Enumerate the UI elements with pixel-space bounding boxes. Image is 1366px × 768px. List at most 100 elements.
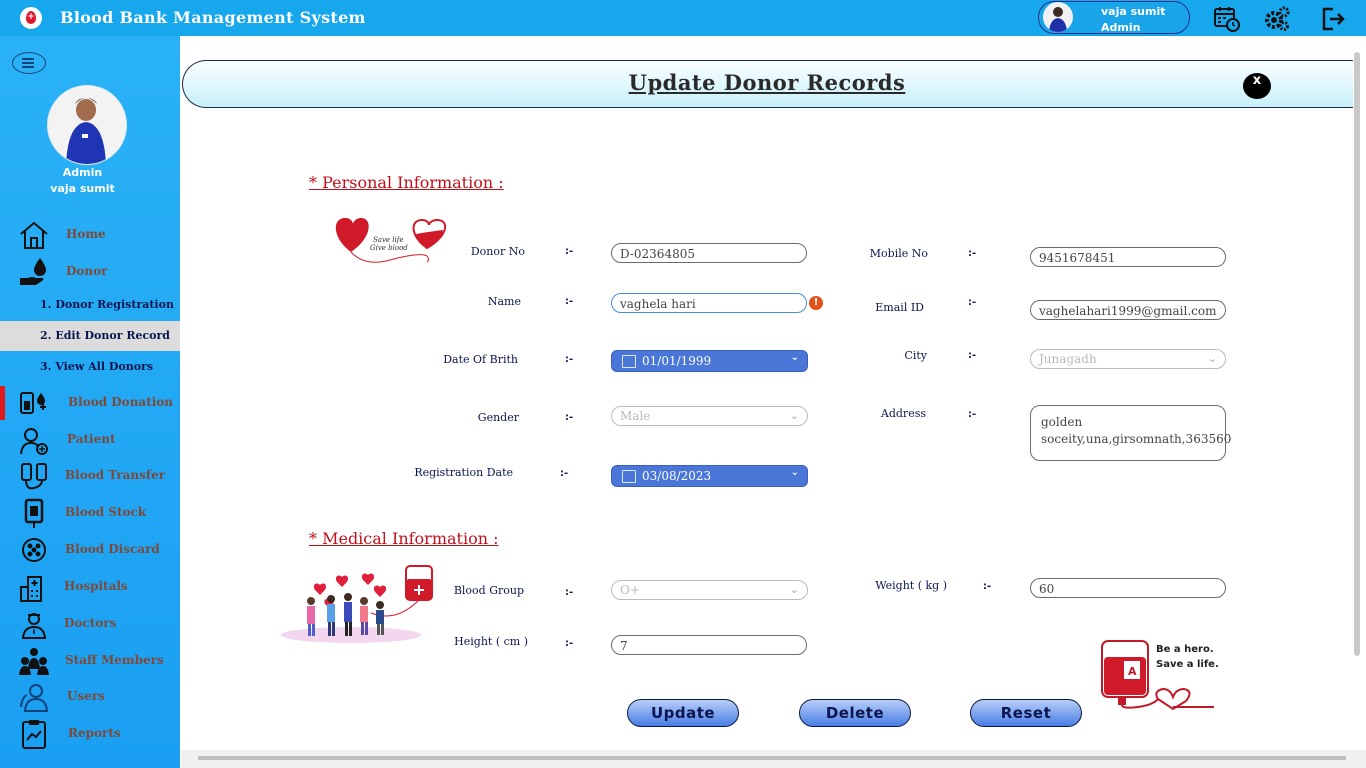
- save-life-text: Save life: [373, 236, 404, 244]
- donor-icon: [18, 256, 50, 288]
- chevron-down-icon: ⌄: [789, 583, 799, 596]
- sidebar-subitem-view-all-donors[interactable]: 3. View All Donors: [0, 352, 180, 382]
- dob-date-picker[interactable]: 01/01/1999 ⌄: [611, 350, 808, 372]
- sidebar-item-staff-members[interactable]: Staff Members: [0, 643, 180, 679]
- sidebar-item-blood-donation[interactable]: Blood Donation: [0, 385, 180, 421]
- user-name: vaja sumit: [1101, 5, 1166, 18]
- horizontal-scrollbar[interactable]: [198, 756, 1346, 760]
- personal-info-title: * Personal Information :: [309, 173, 504, 192]
- address-textarea[interactable]: golden soceity,una,girsomnath,363560: [1030, 405, 1231, 461]
- sidebar-item-blood-stock[interactable]: Blood Stock: [0, 495, 180, 531]
- sidebar-item-blood-transfer[interactable]: Blood Transfer: [0, 458, 180, 494]
- delete-button[interactable]: Delete: [799, 699, 911, 727]
- sidebar-avatar: [47, 85, 127, 165]
- separator: :-: [968, 409, 977, 420]
- be-a-hero-text: Be a hero.: [1156, 644, 1214, 655]
- city-value: Junagadh: [1039, 352, 1097, 366]
- chevron-down-icon: ⌄: [790, 352, 799, 363]
- sidebar-item-label: Blood Donation: [68, 395, 174, 409]
- user-avatar: [1043, 2, 1073, 32]
- sidebar-item-blood-discard[interactable]: Blood Discard: [0, 532, 180, 568]
- address-line-1: golden: [1041, 415, 1083, 429]
- sidebar-subitem-edit-donor-record[interactable]: 2. Edit Donor Record: [0, 321, 180, 351]
- sidebar-item-patient[interactable]: Patient: [0, 422, 180, 458]
- height-field[interactable]: 7: [611, 635, 807, 655]
- email-id-label: Email ID: [875, 301, 924, 314]
- blood-donation-icon: [18, 387, 50, 419]
- chevron-down-icon: ⌄: [790, 467, 799, 478]
- sidebar-user-name: vaja sumit: [50, 182, 115, 195]
- staff-icon: [18, 645, 50, 677]
- sidebar-item-donor[interactable]: Donor: [0, 254, 180, 290]
- mobile-no-field[interactable]: 9451678451: [1030, 247, 1226, 267]
- sidebar-subitem-label: 1. Donor Registration: [40, 298, 174, 311]
- registration-date-label: Registration Date: [414, 466, 513, 479]
- sidebar-item-label: Staff Members: [65, 653, 164, 667]
- sidebar-item-label: Users: [67, 689, 105, 703]
- sidebar-item-reports[interactable]: Reports: [0, 716, 180, 752]
- height-label: Height ( cm ): [454, 635, 528, 648]
- calendar-clock-icon[interactable]: [1213, 5, 1240, 32]
- registration-date-picker[interactable]: 03/08/2023 ⌄: [611, 465, 808, 487]
- sidebar-item-hospitals[interactable]: Hospitals: [0, 569, 180, 605]
- name-label: Name: [487, 295, 521, 308]
- logout-icon[interactable]: [1319, 5, 1345, 31]
- sidebar-item-doctors[interactable]: Doctors: [0, 606, 180, 642]
- home-icon: [18, 219, 50, 251]
- settings-gears-icon[interactable]: [1263, 5, 1290, 31]
- address-label: Address: [880, 407, 926, 420]
- email-field[interactable]: vaghelahari1999@gmail.com: [1030, 300, 1226, 320]
- users-icon: [18, 681, 50, 713]
- sidebar-item-label: Blood Discard: [65, 542, 160, 556]
- reports-icon: [18, 718, 50, 750]
- app-title: Blood Bank Management System: [60, 8, 366, 27]
- separator: :-: [565, 638, 574, 649]
- blood-donors-illustration: [276, 563, 441, 645]
- separator: :-: [565, 354, 574, 365]
- blood-group-select[interactable]: O+ ⌄: [611, 580, 808, 600]
- donor-no-field[interactable]: D-02364805: [611, 243, 807, 263]
- page-title: Update Donor Records: [628, 70, 906, 95]
- gender-select[interactable]: Male ⌄: [611, 406, 808, 426]
- menu-toggle-icon[interactable]: [12, 52, 46, 74]
- separator: :-: [565, 587, 574, 598]
- save-life-hearts-image: Save life Give blood: [330, 212, 455, 267]
- weight-field[interactable]: 60: [1030, 578, 1226, 598]
- dob-label: Date Of Brith: [443, 353, 518, 366]
- sidebar-item-label: Home: [66, 227, 106, 241]
- registration-date-value: 03/08/2023: [642, 469, 712, 483]
- blood-transfer-icon: [18, 460, 50, 492]
- chevron-down-icon: ⌄: [789, 409, 799, 422]
- separator: :-: [968, 248, 977, 259]
- city-select[interactable]: Junagadh ⌄: [1030, 349, 1226, 369]
- patient-icon: [18, 424, 50, 456]
- separator: :-: [983, 581, 992, 592]
- separator: :-: [565, 412, 574, 423]
- weight-label: Weight ( kg ): [875, 579, 947, 592]
- calendar-icon: [622, 470, 636, 483]
- error-icon: !: [809, 296, 823, 310]
- give-blood-text: Give blood: [370, 244, 408, 252]
- sidebar-user-role: Admin: [62, 166, 103, 179]
- separator: :-: [565, 296, 574, 307]
- vertical-scrollbar[interactable]: [1354, 52, 1360, 656]
- name-field[interactable]: vaghela hari: [611, 293, 807, 313]
- chevron-down-icon: ⌄: [1207, 352, 1217, 365]
- user-profile-chip[interactable]: vaja sumit Admin: [1038, 1, 1190, 34]
- separator: :-: [968, 350, 977, 361]
- be-a-hero-image: A Be a hero. Save a life.: [1098, 637, 1219, 712]
- sidebar-item-users[interactable]: Users: [0, 679, 180, 715]
- sidebar-subitem-donor-registration[interactable]: 1. Donor Registration: [0, 290, 180, 320]
- separator: :-: [968, 297, 977, 308]
- blood-discard-icon: [18, 534, 50, 566]
- close-button[interactable]: x: [1243, 73, 1271, 99]
- reset-button[interactable]: Reset: [970, 699, 1082, 727]
- dob-value: 01/01/1999: [642, 354, 712, 368]
- city-label: City: [904, 349, 927, 362]
- blood-group-value: O+: [620, 583, 640, 597]
- save-a-life-text: Save a life.: [1156, 659, 1218, 670]
- sidebar-subitem-label: 2. Edit Donor Record: [40, 329, 170, 342]
- sidebar-item-home[interactable]: Home: [0, 217, 180, 253]
- doctor-icon: [18, 608, 50, 640]
- update-button[interactable]: Update: [627, 699, 739, 727]
